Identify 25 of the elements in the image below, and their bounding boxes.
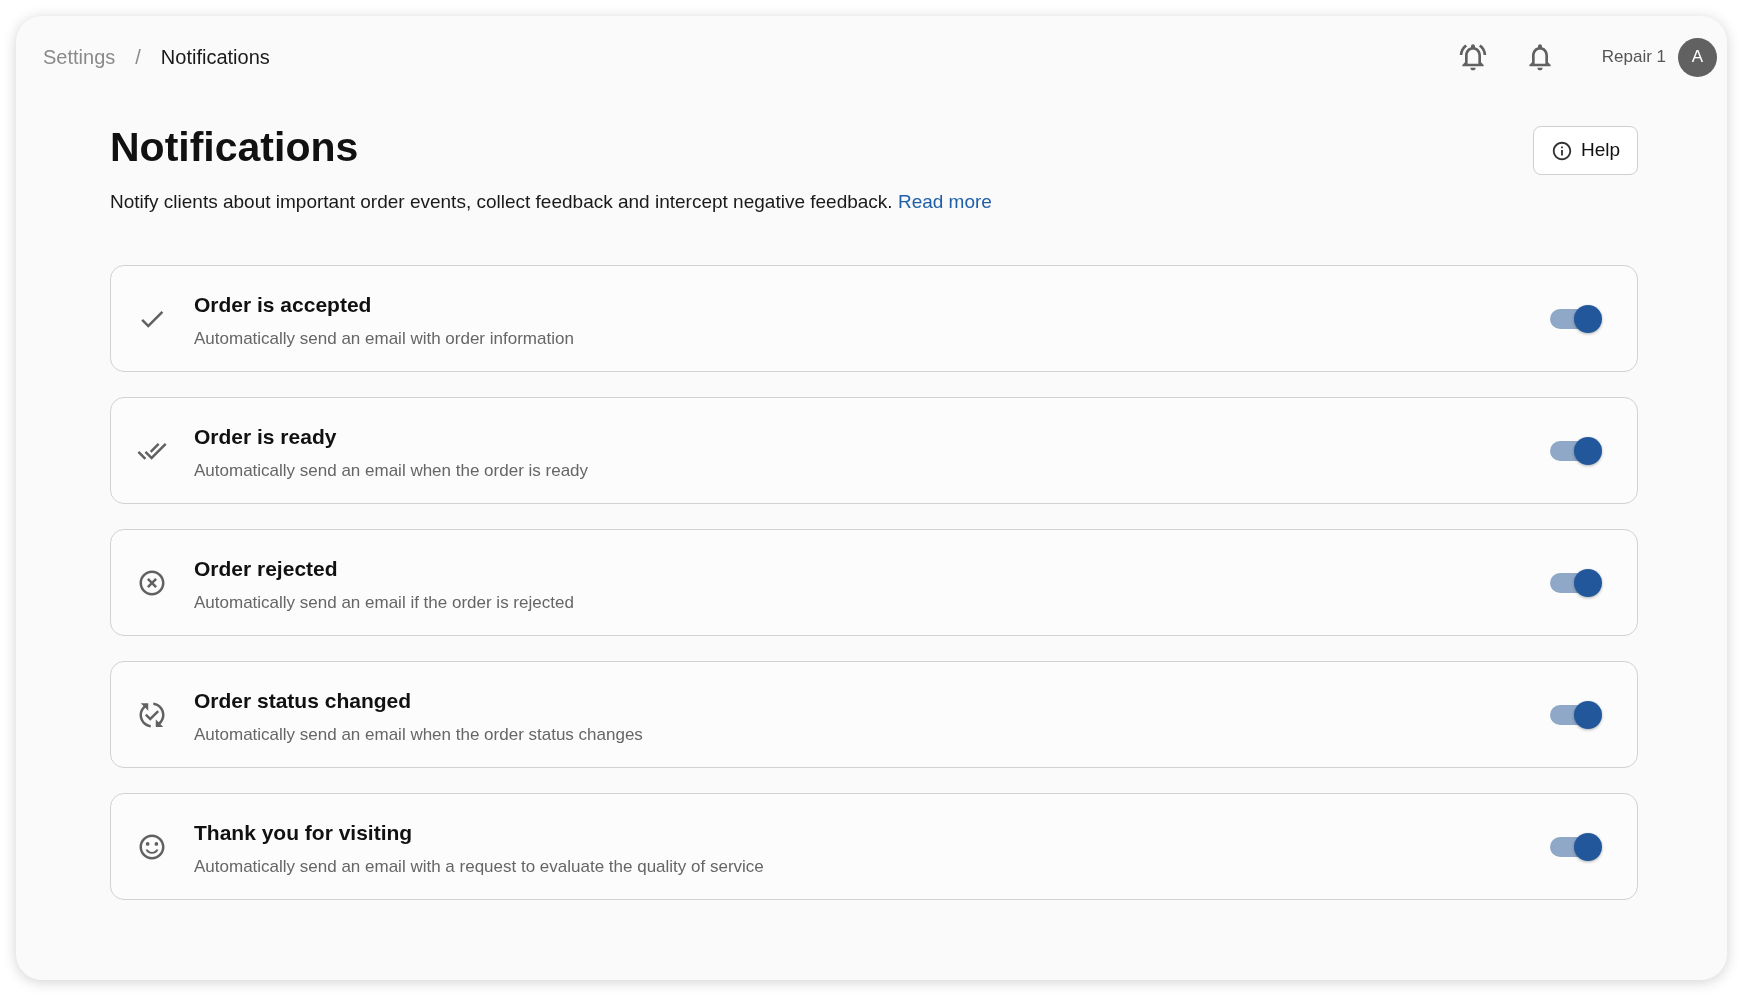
help-button[interactable]: Help (1533, 126, 1638, 175)
info-icon (1550, 139, 1573, 162)
user-name: Repair 1 (1601, 46, 1666, 69)
breadcrumb-link[interactable]: Settings (43, 42, 116, 72)
notification-description: Automatically send an email when the order status changes (194, 723, 644, 746)
breadcrumb-link[interactable]: Notifications (160, 42, 270, 72)
notification-description: Automatically send an email with order information (194, 327, 575, 350)
toggle-switch[interactable] (1550, 304, 1602, 333)
notification-title: Order status changed (194, 687, 413, 714)
notification-description: Automatically send an email if the order is rejected (194, 591, 575, 614)
toggle-switch[interactable] (1550, 568, 1602, 597)
notification-description: Automatically send an email with a request to evaluate the quality of service (194, 855, 765, 878)
notification-title: Order is ready (194, 423, 338, 450)
read-more-link[interactable]: Read more (897, 191, 992, 212)
page-description: Notify clients about important order events, collect feedback and intercept negative feedback. Read more (110, 190, 993, 214)
page-title: Notifications (110, 123, 359, 172)
notification-title: Order rejected (194, 555, 339, 582)
user-avatar[interactable]: A (1678, 37, 1717, 77)
breadcrumb-separator: / (135, 45, 141, 70)
notification-title: Order is accepted (194, 291, 373, 318)
toggle-switch[interactable] (1550, 700, 1602, 729)
toggle-switch[interactable] (1550, 436, 1602, 465)
notification-description: Automatically send an email when the order is ready (194, 459, 590, 482)
notification-title: Thank you for visiting (194, 819, 414, 846)
toggle-switch[interactable] (1550, 832, 1602, 861)
